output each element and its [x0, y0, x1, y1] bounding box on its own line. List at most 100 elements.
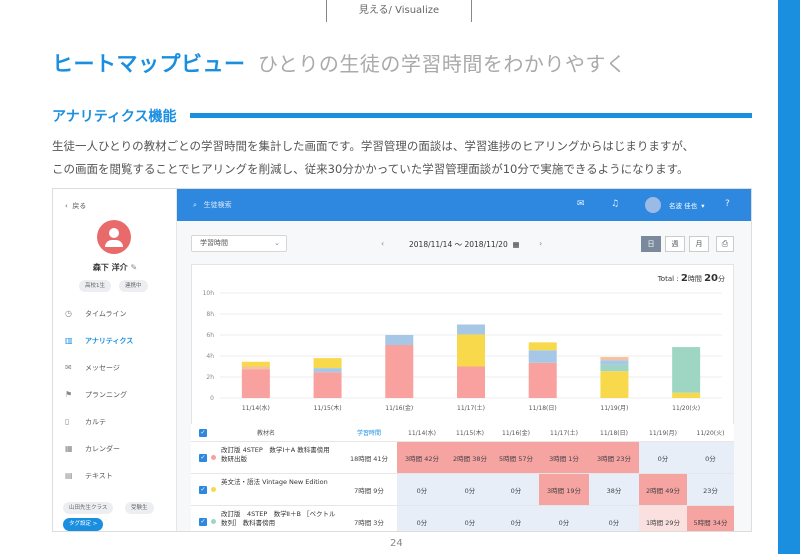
user-menu[interactable]: 名波 佳也 ▾ — [669, 200, 704, 210]
book-name: 改訂版 4STEP 数学Ⅱ＋B ［ベクトル 数列］ 教科書傍用 — [221, 510, 342, 528]
sidebar-item-analytics[interactable]: ▥ アナリティクス — [65, 335, 133, 347]
class-tag: 山田先生クラス — [63, 502, 114, 514]
description-line: 生徒一人ひとりの教材ごとの学習時間を集計した画面です。学習管理の面談は、学習進捗… — [52, 139, 695, 153]
sidebar-item-label: メッセージ — [85, 364, 120, 372]
column-header[interactable]: 教材名 — [191, 424, 341, 441]
total-time: Total : 2時間 20分 — [658, 273, 725, 284]
table-row: ✓ 英文法・語法 Vintage New Edition 7時間 9分 0分 0分 0分 3… — [191, 474, 734, 506]
bar-chart-icon: ▥ — [65, 336, 73, 345]
student-avatar — [97, 220, 131, 254]
heatmap-cell: 38分 — [589, 474, 639, 505]
series-color-dot — [211, 519, 216, 524]
sidebar-item-planning[interactable]: ⚑ プランニング — [65, 389, 127, 401]
date-range[interactable]: 2018/11/14 〜 2018/11/20 ▦ — [409, 239, 520, 250]
column-header[interactable]: 11/15(木) — [447, 424, 493, 441]
view-week-button[interactable]: 週 — [665, 236, 685, 252]
clock-icon: ◷ — [65, 309, 72, 318]
heatmap-cell: 2時間 49分 — [639, 474, 687, 505]
chevron-left-icon: ‹ — [65, 202, 68, 210]
bell-icon[interactable]: ♫ — [611, 199, 619, 209]
table-row: ✓ 改訂版 4STEP 数学Ⅱ＋B ［ベクトル 数列］ 教科書傍用 7時間 3分 0分… — [191, 506, 734, 531]
x-tick-label: 11/20(火) — [672, 405, 700, 412]
view-day-button[interactable]: 日 — [641, 236, 661, 252]
bar-segment — [241, 369, 270, 398]
bar-segment — [600, 360, 629, 365]
edit-pencil-icon[interactable]: ✎ — [130, 263, 137, 272]
book-name: 改訂版 4STEP 数学Ⅰ＋A 教科書傍用 数研出版 — [221, 446, 330, 464]
bar-segment — [672, 392, 701, 398]
heatmap-cell: 0分 — [447, 474, 493, 505]
heatmap-cell: 0分 — [447, 506, 493, 531]
metric-select[interactable]: 学習時間 ⌄ — [191, 235, 287, 252]
search-input[interactable]: ⌕ 生徒検索 — [193, 200, 232, 210]
column-header[interactable]: 11/17(土) — [539, 424, 589, 441]
row-checkbox[interactable]: ✓ — [199, 486, 207, 494]
sidebar-item-karte[interactable]: ▯ カルテ — [65, 416, 106, 428]
bar-segment — [600, 371, 629, 398]
next-week-arrow[interactable]: › — [539, 239, 542, 248]
row-checkbox[interactable]: ✓ — [199, 454, 207, 462]
column-header[interactable]: 11/19(月) — [639, 424, 687, 441]
heatmap-cell: 0分 — [397, 506, 447, 531]
y-tick-label: 6h — [206, 332, 214, 339]
column-header[interactable]: 11/14(水) — [397, 424, 447, 441]
mail-icon: ✉ — [65, 363, 72, 372]
heatmap-cell: 3時間 19分 — [539, 474, 589, 505]
search-icon: ⌕ — [193, 201, 197, 209]
bar-segment — [385, 344, 414, 398]
date-range-text: 2018/11/14 〜 2018/11/20 — [409, 240, 508, 249]
bar-segment — [457, 366, 485, 398]
sidebar-item-message[interactable]: ✉ メッセージ — [65, 362, 120, 374]
app-header: ⌕ 生徒検索 ✉ ♫ 名波 佳也 ▾ ? — [177, 189, 751, 221]
x-tick-label: 11/16(金) — [385, 404, 413, 412]
user-avatar[interactable] — [645, 197, 661, 213]
help-icon[interactable]: ? — [725, 199, 730, 209]
column-header[interactable]: 11/20(火) — [687, 424, 734, 441]
book-icon: ▤ — [65, 471, 73, 480]
flag-icon: ⚑ — [65, 390, 73, 399]
sidebar-item-label: アナリティクス — [85, 337, 134, 345]
stacked-bar-chart: 0 2h 4h 6h 8h 10h 11/14(水) 11/15(木) 11/16(金) 11/1… — [203, 290, 722, 412]
y-tick-label: 0 — [210, 395, 214, 402]
sidebar-item-calendar[interactable]: ▦ カレンダー — [65, 443, 120, 455]
user-name: 名波 佳也 — [669, 202, 698, 210]
bar-segment — [385, 335, 414, 345]
bar-segment — [241, 366, 270, 370]
section-heading: アナリティクス機能 — [52, 109, 177, 125]
bar-segment — [528, 350, 557, 363]
total-hours-unit: 時間 — [687, 275, 702, 283]
view-month-button[interactable]: 月 — [689, 236, 709, 252]
column-header[interactable]: 学習時間 — [341, 424, 397, 441]
column-header[interactable]: 11/16(金) — [493, 424, 539, 441]
row-checkbox[interactable]: ✓ — [199, 518, 207, 526]
tag-settings-button[interactable]: タグ設定 > — [63, 518, 104, 531]
column-header[interactable]: 11/18(日) — [589, 424, 639, 441]
back-label: 戻る — [72, 202, 87, 210]
caret-down-icon: ▾ — [701, 202, 705, 210]
page-title: ヒートマップビュー — [52, 52, 246, 76]
mail-icon[interactable]: ✉ — [577, 199, 585, 209]
back-link[interactable]: ‹ 戻る — [65, 201, 86, 211]
bar-segment — [528, 362, 557, 398]
sidebar-item-timeline[interactable]: ◷ タイムライン — [65, 308, 127, 320]
description-line: この画面を閲覧することでヒアリングを削減し、従来30分かかっていた学習管理面談が… — [52, 162, 689, 176]
print-icon[interactable]: ⎙ — [716, 236, 734, 252]
series-color-dot — [211, 455, 216, 460]
prev-week-arrow[interactable]: ‹ — [381, 239, 384, 248]
total-study-time: 18時間 41分 — [349, 454, 389, 463]
calendar-icon: ▦ — [65, 444, 73, 453]
sidebar-item-label: カルテ — [85, 418, 106, 426]
app-sidebar: ‹ 戻る 森下 洋介 ✎ 高校1生 連携中 ◷ タイムライン ▥ アナリティクス ✉… — [53, 189, 177, 531]
x-tick-label: 11/19(月) — [600, 405, 628, 412]
heatmap-cell: 0分 — [493, 506, 539, 531]
heatmap-cell: 2時間 38分 — [447, 442, 493, 473]
bar-segment — [600, 357, 629, 361]
y-tick-label: 2h — [206, 374, 214, 381]
x-tick-label: 11/17(土) — [457, 404, 485, 412]
sidebar-item-text[interactable]: ▤ テキスト — [65, 470, 113, 482]
heatmap-cell: 0分 — [539, 506, 589, 531]
y-tick-label: 8h — [206, 311, 214, 318]
heatmap-cell: 3時間 1分 — [539, 442, 589, 473]
student-tag: 連携中 — [119, 280, 148, 292]
bar-segment — [457, 334, 485, 367]
